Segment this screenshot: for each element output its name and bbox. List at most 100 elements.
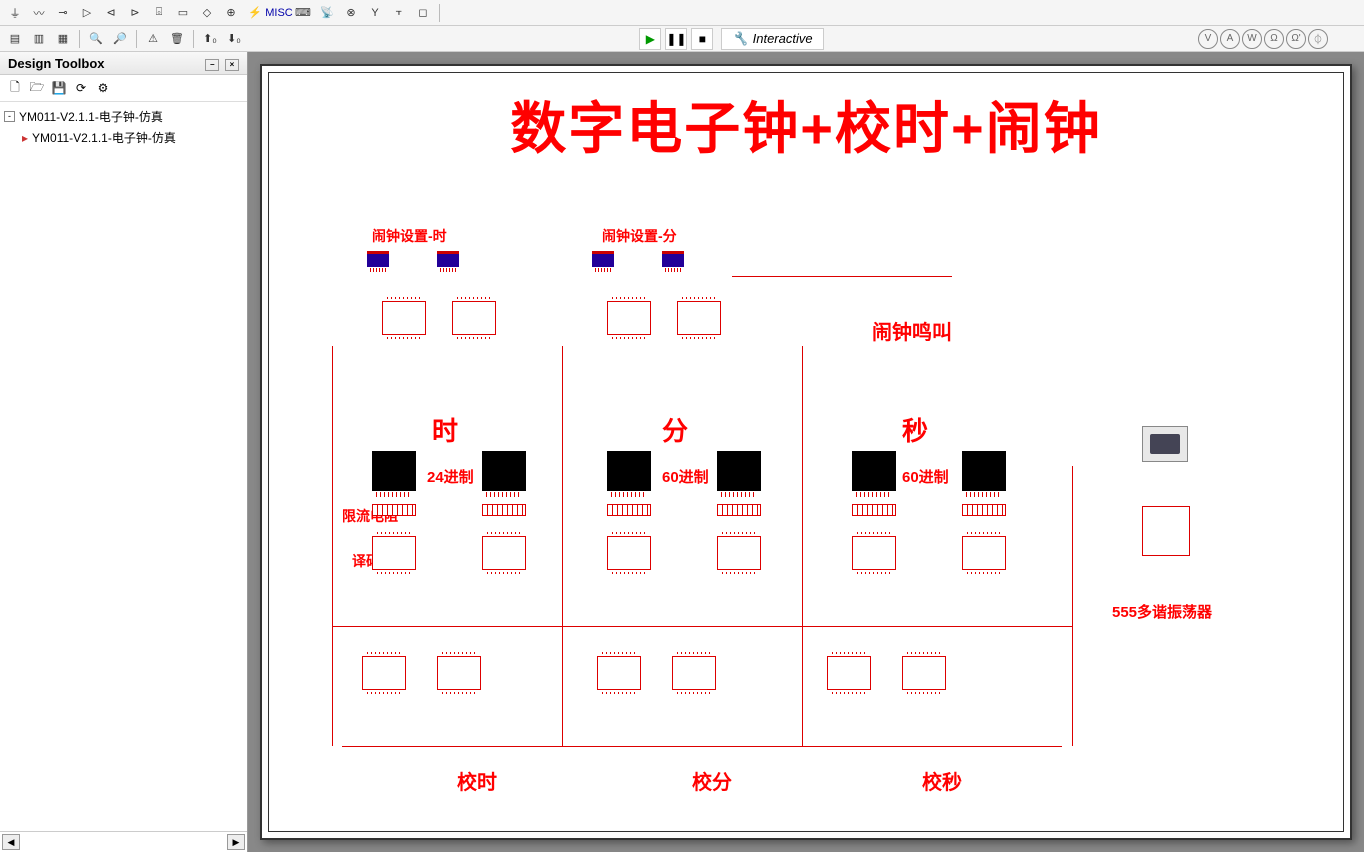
sheet-icon[interactable]: ▥	[28, 28, 50, 50]
tree-child[interactable]: ▸ YM011-V2.1.1-电子钟-仿真	[22, 127, 243, 148]
simulation-controls: ▶ ❚❚ ■ 🔧 Interactive	[639, 28, 823, 50]
erc-icon[interactable]: ⚠	[142, 28, 164, 50]
collapse-icon[interactable]: -	[4, 111, 15, 122]
comp-indicator-icon[interactable]: ⊕	[220, 2, 242, 24]
tree-root[interactable]: - YM011-V2.1.1-电子钟-仿真	[4, 106, 243, 127]
hier-down-icon[interactable]: ⬇₀	[223, 28, 245, 50]
stop-button[interactable]: ■	[691, 28, 713, 50]
rpack-s1[interactable]	[852, 504, 896, 516]
scroll-right-icon[interactable]: ▶	[227, 834, 245, 850]
counter-s2[interactable]	[902, 656, 946, 690]
dip-switch-hour-lo[interactable]	[437, 251, 459, 267]
comp-diode-icon[interactable]: ▷	[76, 2, 98, 24]
db-icon[interactable]: ▦	[52, 28, 74, 50]
counter-h1[interactable]	[362, 656, 406, 690]
dip-switch-hour-hi[interactable]	[367, 251, 389, 267]
comp-misc-icon[interactable]: MISC	[268, 2, 290, 24]
config-icon[interactable]: ⚙	[94, 79, 112, 97]
comp-mixed-icon[interactable]: ◇	[196, 2, 218, 24]
design-toolbox-panel: Design Toolbox – × 🗋 🗁 💾 ⟳ ⚙ - YM011-V2.…	[0, 52, 248, 852]
toolbar-components: ⏚ 〰 ⊸ ▷ ⊲ ⊳ ⌻ ▭ ◇ ⊕ ⚡ MISC ⌨ 📡 ⊗ Y ⫟ ◻	[0, 0, 1364, 26]
dip-switch-min-lo[interactable]	[662, 251, 684, 267]
rpack-m2[interactable]	[717, 504, 761, 516]
label-60a: 60进制	[662, 466, 709, 487]
display-sec-tens[interactable]	[852, 451, 896, 491]
pin-icon[interactable]: –	[205, 59, 219, 71]
label-hour: 时	[432, 411, 458, 448]
rpack-h2[interactable]	[482, 504, 526, 516]
sidebar-scroll: ◀ ▶	[0, 831, 247, 852]
probe-ohm2-icon[interactable]: Ω'	[1286, 29, 1306, 49]
decoder-s1[interactable]	[852, 536, 896, 570]
decoder-m2[interactable]	[717, 536, 761, 570]
dip-switch-min-hi[interactable]	[592, 251, 614, 267]
new-icon[interactable]: 🗋	[6, 79, 24, 97]
rpack-h1[interactable]	[372, 504, 416, 516]
toolbox-actions: 🗋 🗁 💾 ⟳ ⚙	[0, 75, 247, 102]
decoder-h1[interactable]	[372, 536, 416, 570]
decoder-h2[interactable]	[482, 536, 526, 570]
counter-m2[interactable]	[672, 656, 716, 690]
save-icon[interactable]: 💾	[50, 79, 68, 97]
comp-res-icon[interactable]: ⊸	[52, 2, 74, 24]
design-tree: - YM011-V2.1.1-电子钟-仿真 ▸ YM011-V2.1.1-电子钟…	[0, 102, 247, 831]
comp-source-icon[interactable]: ⏚	[4, 2, 26, 24]
display-sec-ones[interactable]	[962, 451, 1006, 491]
probe-db-icon[interactable]: ⏀	[1308, 29, 1328, 49]
probe-a-icon[interactable]: A	[1220, 29, 1240, 49]
tree-child-label: YM011-V2.1.1-电子钟-仿真	[32, 129, 176, 146]
rpack-m1[interactable]	[607, 504, 651, 516]
comp-ni-icon[interactable]: Y	[364, 2, 386, 24]
interactive-mode-dropdown[interactable]: 🔧 Interactive	[721, 28, 823, 50]
delete-icon[interactable]: 🗑	[166, 28, 188, 50]
timer-555[interactable]	[1142, 506, 1190, 556]
decoder-s2[interactable]	[962, 536, 1006, 570]
chip-alarm-hr2[interactable]	[452, 301, 496, 335]
label-adj-second: 校秒	[922, 766, 962, 795]
comp-opamp-icon[interactable]: ⊳	[124, 2, 146, 24]
refresh-icon[interactable]: ⟳	[72, 79, 90, 97]
comp-gate-icon[interactable]: ⌻	[148, 2, 170, 24]
comp-chip-icon[interactable]: ▭	[172, 2, 194, 24]
label-alarm-set-hour: 闹钟设置-时	[372, 226, 447, 246]
design-toolbox-title: Design Toolbox	[8, 56, 105, 71]
run-button[interactable]: ▶	[639, 28, 661, 50]
comp-connector-icon[interactable]: ⫟	[388, 2, 410, 24]
probe-v-icon[interactable]: V	[1198, 29, 1218, 49]
schematic-title: 数字电子钟+校时+闹钟	[262, 84, 1350, 165]
comp-mcu-icon[interactable]: ◻	[412, 2, 434, 24]
probe-w-icon[interactable]: W	[1242, 29, 1262, 49]
chip-alarm-hr1[interactable]	[382, 301, 426, 335]
label-555: 555多谐振荡器	[1112, 601, 1212, 622]
label-alarm-ring: 闹钟鸣叫	[872, 316, 952, 345]
display-hour-tens[interactable]	[372, 451, 416, 491]
close-panel-icon[interactable]: ×	[225, 59, 239, 71]
pause-button[interactable]: ❚❚	[665, 28, 687, 50]
comp-power-icon[interactable]: ⚡	[244, 2, 266, 24]
display-min-ones[interactable]	[717, 451, 761, 491]
comp-rf-icon[interactable]: 📡	[316, 2, 338, 24]
hierarchy-icon[interactable]: ▤	[4, 28, 26, 50]
rpack-s2[interactable]	[962, 504, 1006, 516]
counter-m1[interactable]	[597, 656, 641, 690]
comp-wave-icon[interactable]: 〰	[28, 2, 50, 24]
open-icon[interactable]: 🗁	[28, 79, 46, 97]
display-hour-ones[interactable]	[482, 451, 526, 491]
counter-s1[interactable]	[827, 656, 871, 690]
display-min-tens[interactable]	[607, 451, 651, 491]
chip-alarm-mn1[interactable]	[607, 301, 651, 335]
comp-electro-icon[interactable]: ⊗	[340, 2, 362, 24]
chip-alarm-mn2[interactable]	[677, 301, 721, 335]
oscilloscope[interactable]	[1142, 426, 1188, 462]
search-icon[interactable]: 🔍	[85, 28, 107, 50]
comp-transistor-icon[interactable]: ⊲	[100, 2, 122, 24]
replace-icon[interactable]: 🔎	[109, 28, 131, 50]
comp-peripheral-icon[interactable]: ⌨	[292, 2, 314, 24]
hier-up-icon[interactable]: ⬆₀	[199, 28, 221, 50]
scroll-left-icon[interactable]: ◀	[2, 834, 20, 850]
probe-ohm1-icon[interactable]: Ω	[1264, 29, 1284, 49]
decoder-m1[interactable]	[607, 536, 651, 570]
schematic-canvas[interactable]: 数字电子钟+校时+闹钟 闹钟设置-时 闹钟设置-分 闹钟鸣叫 时	[248, 52, 1364, 852]
counter-h2[interactable]	[437, 656, 481, 690]
toolbar-main: ▤ ▥ ▦ 🔍 🔎 ⚠ 🗑 ⬆₀ ⬇₀ ▶ ❚❚ ■ 🔧 Interactive…	[0, 26, 1364, 52]
